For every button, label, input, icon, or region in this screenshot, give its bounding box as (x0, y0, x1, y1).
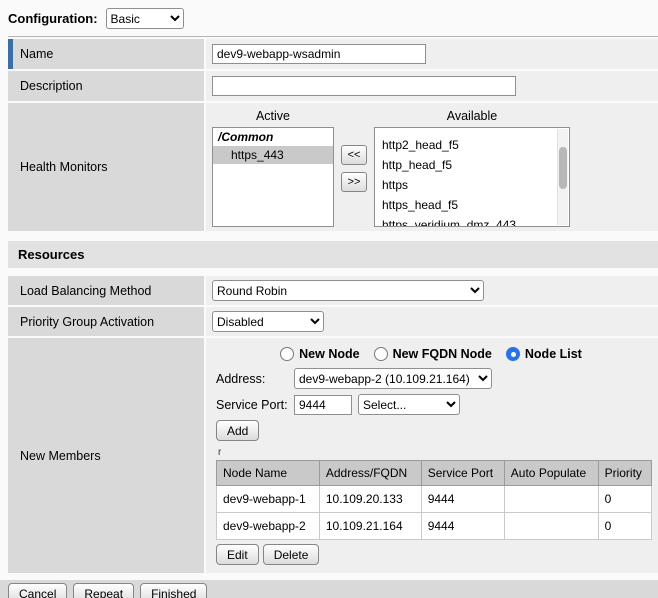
resources-section-header: Resources (8, 241, 658, 268)
active-monitors-listbox[interactable]: /Common https_443 (212, 127, 334, 227)
available-monitors-listbox[interactable]: http2_head_f5 http_head_f5 https https_h… (374, 127, 570, 227)
changed-field-indicator (8, 39, 13, 69)
name-row-content (206, 39, 658, 69)
radio-icon (374, 347, 388, 361)
table-row[interactable]: dev9-webapp-1 10.109.20.133 9444 0 (217, 486, 652, 513)
configuration-label: Configuration: (8, 11, 98, 26)
move-to-available-button[interactable]: >> (341, 172, 367, 192)
col-address-fqdn: Address/FQDN (319, 461, 421, 486)
health-monitors-row-label: Health Monitors (8, 103, 204, 231)
cell-service-port: 9444 (421, 486, 504, 513)
configuration-select[interactable]: Basic (106, 8, 184, 29)
radio-node-list-label: Node List (525, 347, 582, 361)
priority-group-label: Priority Group Activation (20, 315, 154, 329)
available-monitor-item[interactable]: https_veridium_dmz_443 (375, 215, 569, 227)
finished-button[interactable]: Finished (140, 583, 207, 598)
description-input[interactable] (212, 76, 516, 96)
cell-node-name: dev9-webapp-1 (217, 486, 320, 513)
col-service-port: Service Port (421, 461, 504, 486)
move-buttons: << >> (341, 145, 367, 192)
service-port-input[interactable] (294, 395, 352, 415)
available-header: Available (447, 109, 498, 123)
description-row-content (206, 71, 658, 101)
cell-address-fqdn: 10.109.20.133 (319, 486, 421, 513)
configuration-bar: Configuration: Basic (0, 0, 658, 36)
scrollbar-track[interactable] (557, 129, 568, 225)
col-node-name: Node Name (217, 461, 320, 486)
cell-auto-populate (504, 486, 598, 513)
radio-node-list[interactable]: Node List (506, 347, 582, 361)
description-label: Description (20, 79, 83, 93)
resources-properties: Load Balancing Method Round Robin Priori… (8, 276, 658, 573)
add-row: Add (216, 420, 652, 441)
name-input[interactable] (212, 44, 426, 64)
stray-text: r (218, 448, 652, 458)
resources-title: Resources (18, 247, 84, 262)
cell-auto-populate (504, 513, 598, 540)
available-monitor-item[interactable]: https (375, 175, 569, 195)
name-label: Name (20, 47, 53, 61)
members-table: Node Name Address/FQDN Service Port Auto… (216, 460, 652, 540)
available-monitor-item[interactable]: http_head_f5 (375, 155, 569, 175)
cancel-button[interactable]: Cancel (8, 583, 67, 598)
health-monitors-widget: Active /Common https_443 << >> Available… (212, 107, 570, 227)
scrollbar-thumb[interactable] (559, 147, 567, 189)
health-monitors-label: Health Monitors (20, 160, 108, 174)
partition-group-label: /Common (213, 128, 333, 146)
load-balancing-label: Load Balancing Method (20, 284, 151, 298)
active-monitor-item[interactable]: https_443 (213, 146, 333, 164)
node-type-radio-group: New Node New FQDN Node Node List (216, 347, 646, 361)
cell-service-port: 9444 (421, 513, 504, 540)
col-auto-populate: Auto Populate (504, 461, 598, 486)
priority-group-row-label: Priority Group Activation (8, 307, 204, 336)
priority-group-row-content: Disabled (206, 307, 658, 336)
active-header: Active (256, 109, 290, 123)
priority-group-select[interactable]: Disabled (212, 311, 324, 332)
cell-priority: 0 (598, 486, 651, 513)
radio-new-node-label: New Node (299, 347, 359, 361)
address-row: Address: dev9-webapp-2 (10.109.21.164) (216, 368, 652, 389)
cell-address-fqdn: 10.109.21.164 (319, 513, 421, 540)
table-row[interactable]: dev9-webapp-2 10.109.21.164 9444 0 (217, 513, 652, 540)
address-label: Address: (216, 372, 288, 386)
available-monitor-item[interactable]: http2_head_f5 (375, 135, 569, 155)
service-port-label: Service Port: (216, 398, 288, 412)
load-balancing-row-content: Round Robin (206, 276, 658, 305)
description-row-label: Description (8, 71, 204, 101)
health-monitors-row-content: Active /Common https_443 << >> Available… (206, 103, 658, 231)
member-actions: Edit Delete (216, 544, 652, 565)
add-button[interactable]: Add (216, 420, 259, 441)
address-select[interactable]: dev9-webapp-2 (10.109.21.164) (294, 368, 492, 389)
new-members-row-content: New Node New FQDN Node Node List Address… (206, 338, 658, 573)
new-members-label: New Members (20, 449, 101, 463)
delete-button[interactable]: Delete (263, 544, 320, 565)
name-row-label: Name (8, 39, 204, 69)
radio-new-fqdn-node[interactable]: New FQDN Node (374, 347, 492, 361)
radio-new-fqdn-node-label: New FQDN Node (393, 347, 492, 361)
service-port-row: Service Port: Select... (216, 394, 652, 415)
new-members-widget: New Node New FQDN Node Node List Address… (212, 342, 652, 569)
members-table-header-row: Node Name Address/FQDN Service Port Auto… (217, 461, 652, 486)
footer-button-bar: Cancel Repeat Finished (0, 580, 658, 598)
service-port-select[interactable]: Select... (358, 394, 460, 415)
radio-new-node[interactable]: New Node (280, 347, 359, 361)
available-monitor-item[interactable]: https_head_f5 (375, 195, 569, 215)
available-column: Available http2_head_f5 http_head_f5 htt… (374, 109, 570, 227)
available-monitors-list: http2_head_f5 http_head_f5 https https_h… (375, 128, 569, 227)
cell-priority: 0 (598, 513, 651, 540)
radio-icon (506, 347, 520, 361)
general-properties: Name Description Health Monitors Active … (8, 36, 658, 231)
edit-button[interactable]: Edit (216, 544, 259, 565)
radio-icon (280, 347, 294, 361)
active-column: Active /Common https_443 (212, 109, 334, 227)
cell-node-name: dev9-webapp-2 (217, 513, 320, 540)
col-priority: Priority (598, 461, 651, 486)
new-members-row-label: New Members (8, 338, 204, 573)
load-balancing-row-label: Load Balancing Method (8, 276, 204, 305)
repeat-button[interactable]: Repeat (73, 583, 134, 598)
load-balancing-select[interactable]: Round Robin (212, 280, 484, 301)
move-to-active-button[interactable]: << (341, 145, 367, 165)
